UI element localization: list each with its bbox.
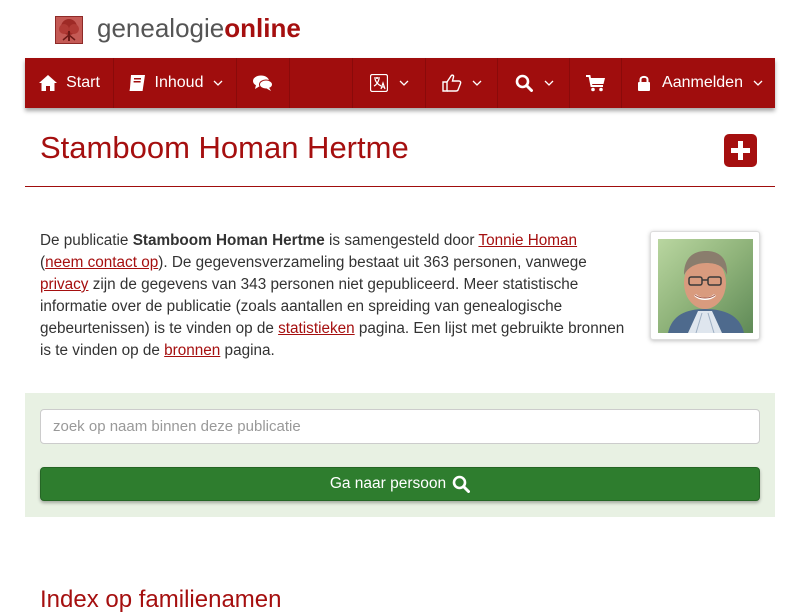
nav-chat[interactable]: [237, 58, 290, 108]
nav-inhoud[interactable]: Inhoud: [114, 58, 237, 108]
chevron-down-icon: [213, 78, 223, 88]
nav-start-label: Start: [66, 74, 100, 91]
publication-intro: De publicatie Stamboom Homan Hertme is s…: [40, 230, 625, 362]
logo-text-accent: online: [224, 13, 301, 43]
shopping-cart-icon: [585, 73, 606, 93]
logo-text-plain: genealogie: [97, 13, 225, 43]
page-title: Stamboom Homan Hertme: [40, 130, 409, 165]
intro-text: is samengesteld door: [324, 232, 479, 249]
chevron-down-icon: [753, 78, 763, 88]
chevron-down-icon: [472, 78, 482, 88]
search-icon: [514, 73, 534, 93]
author-photo: [658, 239, 753, 333]
statistics-link[interactable]: statistieken: [278, 320, 355, 337]
site-header: genealogieonline: [0, 0, 800, 58]
nav-cart[interactable]: [570, 58, 622, 108]
chevron-down-icon: [544, 78, 554, 88]
site-logo-text[interactable]: genealogieonline: [97, 12, 301, 44]
author-avatar[interactable]: [650, 231, 760, 340]
intro-text: ). De gegevensverzameling bestaat uit 36…: [158, 254, 587, 271]
main-navbar: Start Inhoud Aanmelden: [25, 58, 775, 108]
surname-index-heading: Index op familienamen: [40, 586, 282, 613]
nav-language[interactable]: [353, 58, 426, 108]
translate-icon: [369, 73, 389, 93]
nav-login-label: Aanmelden: [662, 74, 743, 91]
person-search-panel: Ga naar persoon: [25, 393, 775, 517]
goto-person-button[interactable]: Ga naar persoon: [40, 467, 760, 501]
thumbs-up-icon: [441, 73, 462, 93]
contact-link[interactable]: neem contact op: [45, 254, 158, 271]
nav-inhoud-label: Inhoud: [154, 74, 204, 91]
add-plus-button[interactable]: [724, 134, 757, 167]
goto-person-label: Ga naar persoon: [329, 475, 447, 492]
nav-search[interactable]: [498, 58, 570, 108]
author-link[interactable]: Tonnie Homan: [478, 232, 577, 249]
nav-start[interactable]: Start: [25, 58, 114, 108]
nav-spacer: [290, 58, 353, 108]
person-search-input[interactable]: [40, 409, 760, 444]
intro-text: De publicatie: [40, 232, 133, 249]
search-icon: [452, 475, 471, 493]
publication-name: Stamboom Homan Hertme: [132, 232, 325, 249]
book-icon: [127, 73, 147, 93]
title-divider: [25, 186, 775, 187]
lock-icon: [634, 73, 654, 93]
nav-login[interactable]: Aanmelden: [622, 58, 775, 108]
chat-bubbles-icon: [253, 73, 273, 93]
sources-link[interactable]: bronnen: [164, 342, 220, 359]
logo-tree-icon[interactable]: [55, 16, 83, 44]
privacy-link[interactable]: privacy: [40, 276, 88, 293]
chevron-down-icon: [399, 78, 409, 88]
nav-share[interactable]: [426, 58, 498, 108]
home-icon: [38, 73, 58, 93]
intro-text: pagina.: [220, 342, 275, 359]
